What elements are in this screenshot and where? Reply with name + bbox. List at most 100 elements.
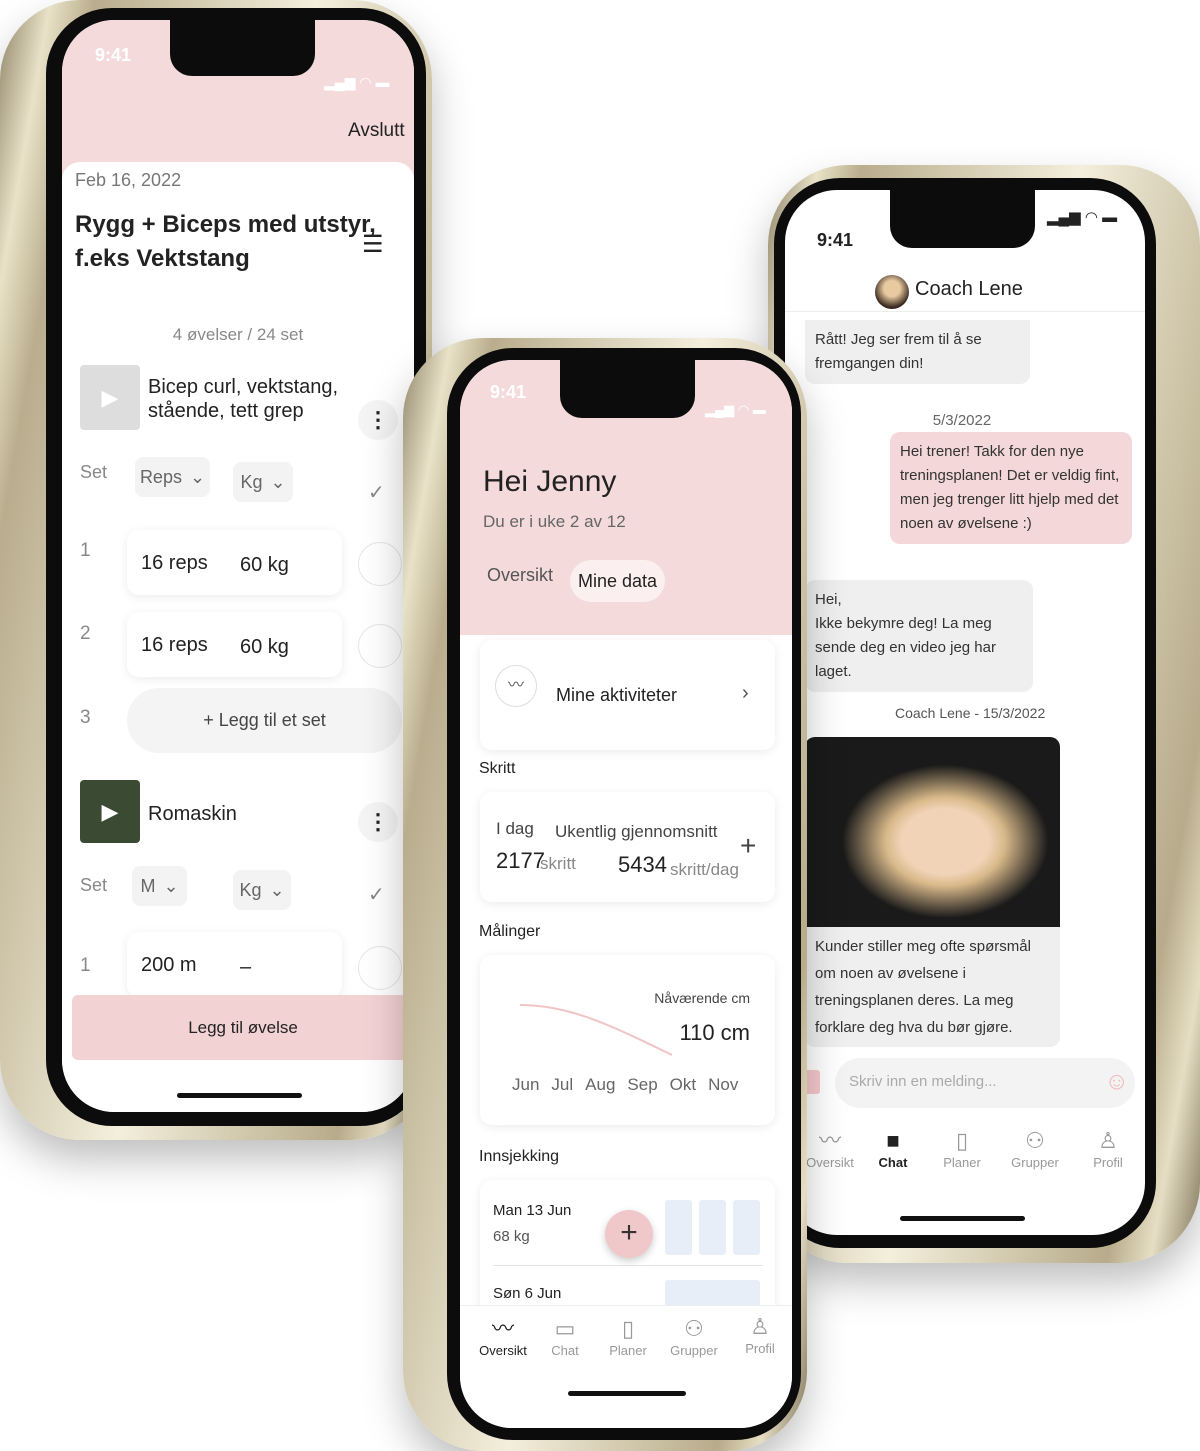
- reps-dropdown[interactable]: Reps ⌄: [135, 457, 210, 497]
- workout-title: Rygg + Biceps med utstyr, f.eks Vektstang: [75, 208, 376, 276]
- set-number: 2: [80, 623, 91, 644]
- nav-grupper[interactable]: ⚇ Grupper: [1003, 1127, 1067, 1170]
- reps-value[interactable]: 16 reps: [141, 634, 208, 657]
- weekly-label: Ukentlig gjennomsnitt: [555, 822, 718, 841]
- kg-value[interactable]: 60 kg: [240, 636, 289, 659]
- nav-label: Grupper: [670, 1343, 718, 1358]
- set-complete-checkbox[interactable]: [358, 542, 402, 586]
- checkin-weight: 68 kg: [493, 1228, 530, 1245]
- tab-oversikt[interactable]: Oversikt: [487, 565, 553, 586]
- set-row[interactable]: 200 m –: [127, 932, 342, 997]
- profile-icon: ♙: [1098, 1128, 1118, 1153]
- chevron-down-icon: ⌄: [269, 879, 285, 900]
- set-row[interactable]: 16 reps 60 kg: [127, 612, 342, 677]
- activity-icon: 〰: [495, 665, 537, 707]
- coach-name: Coach Lene: [915, 278, 1023, 300]
- tab-mine-data[interactable]: Mine data: [570, 560, 665, 602]
- video-caption: Kunder stiller meg ofte spørsmål om noen…: [815, 938, 1031, 1036]
- more-options-button[interactable]: ⋮: [358, 400, 398, 440]
- kg-value[interactable]: –: [240, 956, 251, 979]
- nav-oversikt[interactable]: 〰 Oversikt: [798, 1127, 862, 1170]
- meters-value[interactable]: 200 m: [141, 954, 197, 977]
- nav-label: Chat: [551, 1343, 579, 1358]
- month-axis: Jun Jul Aug Sep Okt Nov: [512, 1075, 738, 1095]
- chat-icon: ▭: [554, 1316, 576, 1341]
- month-label: Nov: [708, 1075, 739, 1094]
- nav-planer[interactable]: ▯ Planer: [596, 1315, 660, 1358]
- set-column-label: Set: [80, 462, 108, 482]
- workout-date: Feb 16, 2022: [75, 170, 182, 190]
- nav-label: Oversikt: [479, 1343, 527, 1358]
- checkin-date[interactable]: Søn 6 Jun: [493, 1285, 561, 1302]
- profile-icon: ♙: [750, 1314, 770, 1339]
- reps-value[interactable]: 16 reps: [141, 552, 208, 575]
- name-line: Bicep curl, vektstang,: [148, 376, 339, 398]
- nav-profil[interactable]: ♙ Profil: [728, 1313, 792, 1356]
- kg-value[interactable]: 60 kg: [240, 554, 289, 577]
- check-icon[interactable]: ✓: [368, 882, 385, 907]
- set-complete-checkbox[interactable]: [358, 946, 402, 990]
- status-time: 9:41: [490, 382, 527, 402]
- video-thumbnail[interactable]: [805, 737, 1060, 927]
- nav-chat[interactable]: ■ Chat: [861, 1127, 925, 1170]
- video-message[interactable]: Kunder stiller meg ofte spørsmål om noen…: [805, 737, 1060, 1047]
- today-unit: skritt: [540, 854, 576, 873]
- status-icons: ▂▄▆ ◠ ▬: [1047, 209, 1118, 226]
- checkin-date[interactable]: Man 13 Jun: [493, 1202, 571, 1219]
- document-icon: ▯: [621, 1316, 635, 1341]
- add-set-button[interactable]: + Legg til et set: [127, 688, 402, 753]
- list-icon[interactable]: ☰: [362, 230, 384, 259]
- kg-dropdown[interactable]: Kg ⌄: [233, 462, 293, 502]
- tab-label: Mine data: [577, 571, 658, 591]
- exercise-name: Romaskin: [148, 803, 237, 825]
- measurement-line: [519, 1004, 673, 1056]
- add-checkin-fab[interactable]: +: [605, 1210, 653, 1258]
- message-bubble: Hei, Ikke bekymre deg! La meg sende deg …: [805, 580, 1033, 692]
- dropdown-value: M: [140, 875, 156, 896]
- checkin-photo-slot[interactable]: [733, 1200, 760, 1255]
- home-indicator: [568, 1391, 686, 1396]
- workout-screen: 9:41 ▂▄▆ ◠ ▬ Avslutt Feb 16, 2022 Rygg +…: [62, 20, 414, 1112]
- add-steps-button[interactable]: +: [740, 830, 756, 862]
- steps-card: I dag Ukentlig gjennomsnitt 2177 skritt …: [480, 792, 775, 902]
- nav-chat[interactable]: ▭ Chat: [533, 1315, 597, 1358]
- activities-button[interactable]: 〰 Mine aktiviteter ›: [480, 640, 775, 750]
- steps-heading: Skritt: [479, 760, 516, 777]
- coach-avatar[interactable]: [875, 275, 909, 309]
- nav-grupper[interactable]: ⚇ Grupper: [662, 1315, 726, 1358]
- nav-profil[interactable]: ♙ Profil: [1076, 1127, 1140, 1170]
- checkin-photo-slot[interactable]: [699, 1200, 726, 1255]
- notch: [890, 190, 1035, 248]
- home-indicator: [177, 1093, 302, 1098]
- add-exercise-button[interactable]: Legg til øvelse: [72, 995, 414, 1060]
- add-set-label: + Legg til et set: [203, 710, 326, 730]
- message-placeholder: Skriv inn en melding...: [849, 1073, 997, 1090]
- nav-label: Oversikt: [806, 1155, 854, 1170]
- message-bubble-sent: Hei trener! Takk for den nye treningspla…: [890, 432, 1132, 544]
- message-input[interactable]: Skriv inn en melding... ☺: [835, 1058, 1135, 1108]
- nav-oversikt[interactable]: 〰 Oversikt: [471, 1315, 535, 1358]
- exercise-thumbnail[interactable]: ▶: [80, 365, 140, 430]
- finish-button[interactable]: Avslutt: [348, 120, 405, 142]
- chevron-down-icon: ⌄: [163, 875, 179, 896]
- nav-planer[interactable]: ▯ Planer: [930, 1127, 994, 1170]
- chevron-right-icon: ›: [742, 682, 749, 704]
- greeting: Hei Jenny: [483, 465, 617, 498]
- workout-summary: 4 øvelser / 24 set: [172, 325, 304, 344]
- month-label: Jun: [512, 1075, 540, 1094]
- exercise-thumbnail[interactable]: ▶: [80, 780, 140, 843]
- set-complete-checkbox[interactable]: [358, 624, 402, 668]
- dropdown-value: Kg: [240, 471, 263, 492]
- set-row[interactable]: 16 reps 60 kg: [127, 530, 342, 595]
- overview-screen: 9:41 ▂▄▆ ◠ ▬ Hei Jenny Du er i uke 2 av …: [460, 360, 792, 1428]
- more-options-button[interactable]: ⋮: [358, 802, 398, 842]
- set-number: 3: [80, 707, 91, 728]
- current-label: Nåværende cm: [654, 990, 750, 1006]
- kg-dropdown[interactable]: Kg ⌄: [233, 870, 291, 910]
- measurements-card[interactable]: Nåværende cm 110 cm Jun Jul Aug Sep Okt Nov: [480, 955, 775, 1125]
- check-icon[interactable]: ✓: [368, 480, 385, 505]
- meters-dropdown[interactable]: M ⌄: [132, 866, 187, 906]
- checkin-photo-slot[interactable]: [665, 1200, 692, 1255]
- group-icon: ⚇: [684, 1316, 704, 1341]
- emoji-icon[interactable]: ☺: [1104, 1068, 1129, 1096]
